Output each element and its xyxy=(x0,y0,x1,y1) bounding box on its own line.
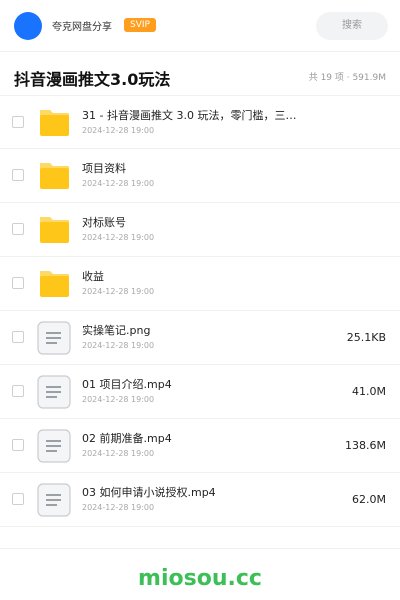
item-date: 2024-12-28 19:00 xyxy=(82,233,155,242)
item-size: 41.0M xyxy=(352,385,386,398)
item-date: 2024-12-28 19:00 xyxy=(82,287,155,296)
search-button[interactable]: 搜索 xyxy=(316,12,388,40)
item-date: 2024-12-28 19:00 xyxy=(82,341,155,350)
page-title: 抖音漫画推文3.0玩法 xyxy=(14,70,171,89)
folder-row[interactable]: 31 - 抖音漫画推文 3.0 玩法，零门槛，三分钟出一条 2024-12-28 … xyxy=(0,95,400,149)
folder-row[interactable]: 项目资料 2024-12-28 19:00 xyxy=(0,149,400,203)
folder-icon xyxy=(37,213,71,247)
file-icon xyxy=(37,429,71,463)
item-date: 2024-12-28 19:00 xyxy=(82,179,155,188)
item-name: 实操笔记.png xyxy=(82,324,151,337)
item-size: 25.1KB xyxy=(346,331,386,344)
row-checkbox[interactable] xyxy=(12,385,24,397)
item-date: 2024-12-28 19:00 xyxy=(82,449,155,458)
folder-row[interactable]: 收益 2024-12-28 19:00 xyxy=(0,257,400,311)
row-checkbox[interactable] xyxy=(12,439,24,451)
row-checkbox[interactable] xyxy=(12,331,24,343)
folder-icon xyxy=(37,106,71,140)
file-row[interactable]: 01 项目介绍.mp4 2024-12-28 19:00 41.0M xyxy=(0,365,400,419)
top-bar: 夸克网盘分享 SVIP 搜索 xyxy=(0,0,400,52)
item-name: 对标账号 xyxy=(82,216,126,229)
item-name: 01 项目介绍.mp4 xyxy=(82,378,172,391)
item-size: 62.0M xyxy=(352,493,386,506)
row-checkbox[interactable] xyxy=(12,116,24,128)
item-name: 项目资料 xyxy=(82,162,126,175)
row-checkbox[interactable] xyxy=(12,169,24,181)
item-name: 02 前期准备.mp4 xyxy=(82,432,172,445)
item-date: 2024-12-28 19:00 xyxy=(82,395,155,404)
file-list: 31 - 抖音漫画推文 3.0 玩法，零门槛，三分钟出一条 2024-12-28 … xyxy=(0,95,400,527)
folder-header: 抖音漫画推文3.0玩法 共 19 项 · 591.9M xyxy=(0,52,400,98)
folder-summary: 共 19 项 · 591.9M xyxy=(308,73,386,83)
file-icon xyxy=(37,375,71,409)
share-page: 夸克网盘分享 SVIP 搜索 抖音漫画推文3.0玩法 共 19 项 · 591.… xyxy=(0,0,400,600)
brand-name: 夸克网盘分享 xyxy=(52,22,112,33)
folder-icon xyxy=(37,159,71,193)
watermark: miosou.cc xyxy=(138,566,262,591)
file-row[interactable]: 实操笔记.png 2024-12-28 19:00 25.1KB xyxy=(0,311,400,365)
file-icon xyxy=(37,321,71,355)
file-row[interactable]: 02 前期准备.mp4 2024-12-28 19:00 138.6M xyxy=(0,419,400,473)
row-checkbox[interactable] xyxy=(12,223,24,235)
item-name: 31 - 抖音漫画推文 3.0 玩法，零门槛，三分钟出一条 xyxy=(82,109,304,122)
item-name: 收益 xyxy=(82,270,104,283)
folder-row[interactable]: 对标账号 2024-12-28 19:00 xyxy=(0,203,400,257)
row-checkbox[interactable] xyxy=(12,277,24,289)
folder-icon xyxy=(37,267,71,301)
item-size: 138.6M xyxy=(345,439,386,452)
file-row[interactable]: 03 如何申请小说授权.mp4 2024-12-28 19:00 62.0M xyxy=(0,473,400,527)
file-icon xyxy=(37,483,71,517)
item-date: 2024-12-28 19:00 xyxy=(82,126,155,135)
svip-badge: SVIP xyxy=(124,18,156,32)
item-name: 03 如何申请小说授权.mp4 xyxy=(82,486,216,499)
row-checkbox[interactable] xyxy=(12,493,24,505)
avatar[interactable] xyxy=(14,12,42,40)
item-date: 2024-12-28 19:00 xyxy=(82,503,155,512)
